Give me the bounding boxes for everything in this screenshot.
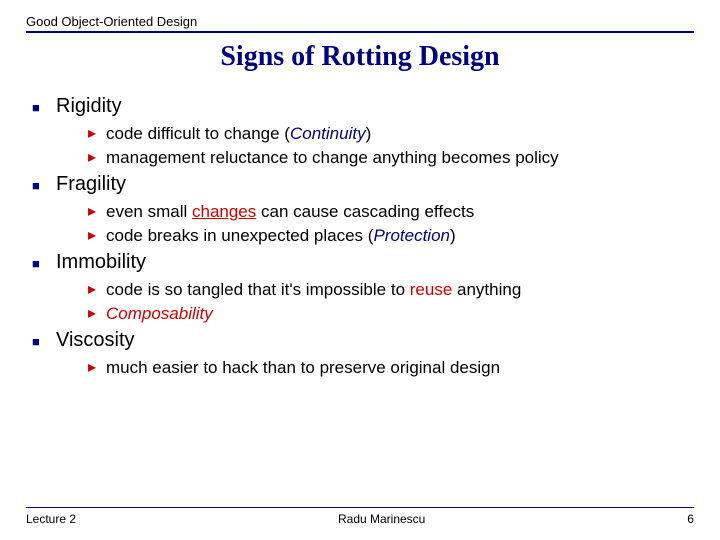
arrow-bullet-icon: ▸ [88, 225, 106, 247]
footer-left: Lecture 2 [26, 512, 76, 526]
list-item-l1: ■Immobility [32, 251, 694, 277]
list-item-l2: ▸Composability [88, 303, 694, 325]
arrow-bullet-icon: ▸ [88, 201, 106, 223]
sub-text: code breaks in unexpected places (Protec… [106, 225, 456, 247]
square-bullet-icon: ■ [32, 251, 56, 277]
list-item-l1: ■Viscosity [32, 329, 694, 355]
square-bullet-icon: ■ [32, 173, 56, 199]
heading-text: Rigidity [56, 95, 122, 121]
sub-text: management reluctance to change anything… [106, 147, 559, 169]
slide-title: Signs of Rotting Design [26, 41, 694, 73]
arrow-bullet-icon: ▸ [88, 303, 106, 325]
list-item-l2: ▸code is so tangled that it's impossible… [88, 279, 694, 301]
sub-text: code difficult to change (Continuity) [106, 123, 371, 145]
list-item-l1: ■Fragility [32, 173, 694, 199]
footer-right: 6 [687, 512, 694, 526]
arrow-bullet-icon: ▸ [88, 147, 106, 169]
footer-center: Radu Marinescu [338, 512, 425, 526]
sub-text: much easier to hack than to preserve ori… [106, 357, 500, 379]
sub-text: code is so tangled that it's impossible … [106, 279, 521, 301]
footer-rule [26, 507, 694, 508]
arrow-bullet-icon: ▸ [88, 279, 106, 301]
heading-text: Viscosity [56, 329, 135, 355]
header-label: Good Object-Oriented Design [26, 14, 694, 29]
heading-text: Fragility [56, 173, 126, 199]
content-area: ■Rigidity▸code difficult to change (Cont… [26, 95, 694, 379]
heading-text: Immobility [56, 251, 146, 277]
arrow-bullet-icon: ▸ [88, 123, 106, 145]
sub-text: even small changes can cause cascading e… [106, 201, 474, 223]
list-item-l2: ▸code breaks in unexpected places (Prote… [88, 225, 694, 247]
list-item-l2: ▸code difficult to change (Continuity) [88, 123, 694, 145]
sub-text: Composability [106, 303, 213, 325]
list-item-l2: ▸much easier to hack than to preserve or… [88, 357, 694, 379]
square-bullet-icon: ■ [32, 95, 56, 121]
footer: Lecture 2 Radu Marinescu 6 [26, 507, 694, 526]
list-item-l2: ▸even small changes can cause cascading … [88, 201, 694, 223]
arrow-bullet-icon: ▸ [88, 357, 106, 379]
list-item-l2: ▸management reluctance to change anythin… [88, 147, 694, 169]
square-bullet-icon: ■ [32, 329, 56, 355]
list-item-l1: ■Rigidity [32, 95, 694, 121]
header-rule [26, 31, 694, 33]
